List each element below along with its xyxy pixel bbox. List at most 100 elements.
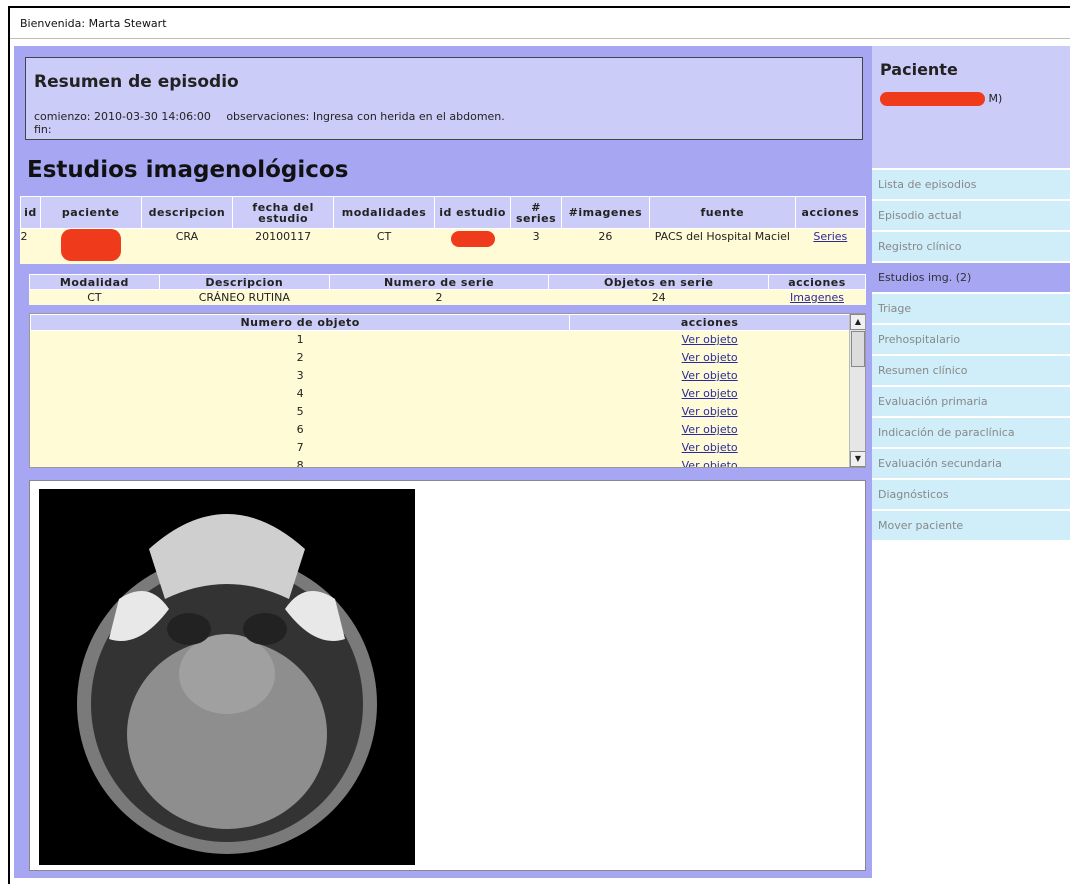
series-modality: CT bbox=[87, 290, 102, 304]
col-header: fuente bbox=[648, 196, 796, 229]
patient-redacted bbox=[40, 229, 141, 265]
arrow-down-icon[interactable]: ▼ bbox=[850, 451, 865, 467]
table-row: 5 Ver objeto bbox=[31, 403, 850, 421]
study-id-redacted bbox=[434, 229, 510, 265]
sidebar: Paciente M) Lista de episodios Episodio … bbox=[872, 46, 1070, 878]
ct-scan-image bbox=[39, 489, 415, 865]
object-number: 4 bbox=[296, 387, 304, 400]
series-description: CRÁNEO RUTINA bbox=[198, 290, 290, 304]
col-header: id estudio bbox=[433, 196, 512, 229]
objects-header-row: Numero de objeto acciones bbox=[30, 314, 850, 331]
redaction-mark bbox=[450, 231, 495, 247]
object-number: 8 bbox=[296, 459, 304, 468]
col-header: descripcion bbox=[140, 196, 234, 229]
brainstem bbox=[179, 634, 275, 714]
studies-title: Estudios imagenológicos bbox=[27, 157, 349, 183]
object-number: 7 bbox=[296, 441, 304, 454]
series-header-row: Modalidad Descripcion Numero de serie Ob… bbox=[29, 274, 866, 290]
images-link[interactable]: Imagenes bbox=[790, 291, 844, 304]
sidebar-item-primary-evaluation[interactable]: Evaluación primaria bbox=[872, 387, 1070, 416]
object-number: 5 bbox=[296, 405, 304, 418]
object-link-cell: Ver objeto bbox=[570, 457, 850, 467]
sidebar-item-diagnoses[interactable]: Diagnósticos bbox=[872, 480, 1070, 509]
sidebar-item-move-patient[interactable]: Mover paciente bbox=[872, 511, 1070, 540]
sidebar-item-prehospital[interactable]: Prehospitalario bbox=[872, 325, 1070, 354]
view-object-link[interactable]: Ver objeto bbox=[682, 423, 738, 436]
patient-suffix: M) bbox=[988, 92, 1003, 105]
sidebar-item-episode-list[interactable]: Lista de episodios bbox=[872, 170, 1070, 199]
col-header: acciones bbox=[569, 314, 850, 331]
arrow-up-icon[interactable]: ▲ bbox=[850, 314, 865, 330]
col-header: paciente bbox=[39, 196, 142, 229]
objects-list[interactable]: Numero de objeto acciones 1 Ver objeto 2 V… bbox=[29, 313, 866, 468]
summary-start-line: comienzo: 2010-03-30 14:06:00 observacio… bbox=[34, 110, 505, 123]
sidebar-item-imaging-studies[interactable]: Estudios img. (2) bbox=[872, 263, 1070, 292]
obs-label: observaciones: bbox=[226, 110, 310, 123]
table-row: 3 Ver objeto bbox=[31, 367, 850, 385]
sidebar-item-clinical-summary[interactable]: Resumen clínico bbox=[872, 356, 1070, 385]
view-object-link[interactable]: Ver objeto bbox=[682, 333, 738, 346]
object-number: 2 bbox=[296, 351, 304, 364]
object-number: 6 bbox=[296, 423, 304, 436]
object-link-cell: Ver objeto bbox=[570, 331, 850, 350]
sidebar-item-paraclinical-indication[interactable]: Indicación de paraclínica bbox=[872, 418, 1070, 447]
start-label: comienzo: bbox=[34, 110, 91, 123]
study-images: 26 bbox=[598, 230, 613, 243]
study-modalities: CT bbox=[376, 230, 392, 243]
main-panel: Resumen de episodio comienzo: 2010-03-30… bbox=[14, 46, 872, 878]
table-row: 4 Ver objeto bbox=[31, 385, 850, 403]
col-header: Descripcion bbox=[158, 274, 330, 290]
col-header: acciones bbox=[768, 274, 866, 290]
table-row: 2 Ver objeto bbox=[31, 349, 850, 367]
episode-summary: Resumen de episodio comienzo: 2010-03-30… bbox=[25, 57, 863, 140]
table-row: 6 Ver objeto bbox=[31, 421, 850, 439]
col-header: Numero de objeto bbox=[30, 314, 571, 331]
series-link[interactable]: Series bbox=[813, 230, 847, 243]
col-header: # series bbox=[510, 196, 562, 229]
object-link-cell: Ver objeto bbox=[570, 385, 850, 403]
images-link-cell: Imagenes bbox=[769, 290, 866, 305]
table-row: 8 Ver objeto bbox=[31, 457, 850, 468]
col-header: fecha del estudio bbox=[232, 196, 335, 229]
redaction-mark bbox=[60, 229, 121, 261]
sidebar-item-clinical-record[interactable]: Registro clínico bbox=[872, 232, 1070, 261]
study-date: 20100117 bbox=[255, 230, 312, 243]
patient-title: Paciente bbox=[880, 60, 958, 79]
view-object-link[interactable]: Ver objeto bbox=[682, 369, 738, 382]
sidebar-item-secondary-evaluation[interactable]: Evaluación secundaria bbox=[872, 449, 1070, 478]
left-sinus bbox=[167, 613, 211, 645]
view-object-link[interactable]: Ver objeto bbox=[682, 351, 738, 364]
object-link-cell: Ver objeto bbox=[570, 439, 850, 457]
sidebar-item-current-episode[interactable]: Episodio actual bbox=[872, 201, 1070, 230]
table-row: 1 Ver objeto bbox=[31, 331, 850, 350]
end-label: fin: bbox=[34, 123, 52, 136]
object-link-cell: Ver objeto bbox=[570, 349, 850, 367]
objects-scrollbar[interactable]: ▲ ▼ bbox=[849, 314, 865, 467]
view-object-link[interactable]: Ver objeto bbox=[682, 387, 738, 400]
start-value: 2010-03-30 14:06:00 bbox=[94, 110, 211, 123]
study-series: 3 bbox=[532, 230, 540, 243]
col-header: id bbox=[20, 196, 41, 229]
object-link-cell: Ver objeto bbox=[570, 367, 850, 385]
summary-title: Resumen de episodio bbox=[34, 72, 239, 92]
view-object-link[interactable]: Ver objeto bbox=[682, 441, 738, 454]
view-object-link[interactable]: Ver objeto bbox=[682, 459, 738, 467]
image-viewer bbox=[29, 480, 866, 871]
study-source: PACS del Hospital Maciel bbox=[654, 230, 790, 243]
scroll-thumb[interactable] bbox=[851, 331, 865, 367]
table-row: 7 Ver objeto bbox=[31, 439, 850, 457]
series-objects: 24 bbox=[651, 290, 666, 304]
table-row: 2 CRA 20100117 CT 3 26 PACS del Hospital… bbox=[21, 229, 866, 265]
header-divider bbox=[10, 38, 1070, 39]
ct-scan-graphic bbox=[77, 514, 377, 854]
patient-name: M) bbox=[880, 92, 1002, 106]
col-header: Modalidad bbox=[29, 274, 160, 290]
sidebar-item-triage[interactable]: Triage bbox=[872, 294, 1070, 323]
redaction-mark bbox=[880, 92, 985, 106]
series-table: Modalidad Descripcion Numero de serie Ob… bbox=[29, 274, 866, 305]
view-object-link[interactable]: Ver objeto bbox=[682, 405, 738, 418]
object-link-cell: Ver objeto bbox=[570, 421, 850, 439]
series-number: 2 bbox=[435, 290, 443, 304]
object-number: 1 bbox=[296, 333, 304, 346]
patient-panel: Paciente M) bbox=[872, 46, 1070, 168]
